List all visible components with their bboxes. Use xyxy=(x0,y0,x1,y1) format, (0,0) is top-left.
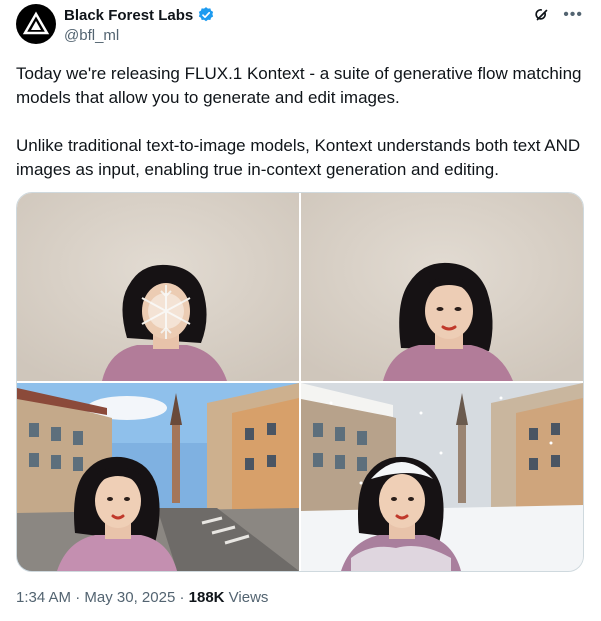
avatar[interactable] xyxy=(16,4,56,44)
more-options-icon[interactable]: ••• xyxy=(563,7,583,23)
tweet-meta: 1:34 AM · May 30, 2025 · 188K Views xyxy=(16,589,268,606)
woman-snowflake-face-image[interactable] xyxy=(17,193,299,381)
grok-icon[interactable] xyxy=(533,6,551,24)
top-actions: ••• xyxy=(533,6,583,24)
author-name[interactable]: Black Forest Labs xyxy=(64,7,193,24)
tweet-time[interactable]: 1:34 AM xyxy=(16,589,71,606)
author-name-row: Black Forest Labs xyxy=(64,6,215,24)
meta-separator: · xyxy=(179,589,185,606)
woman-street-selfie-image[interactable] xyxy=(17,383,299,571)
views-count[interactable]: 188K xyxy=(189,589,225,606)
author-handle[interactable]: @bfl_ml xyxy=(64,27,119,44)
tweet: Black Forest Labs @bfl_ml ••• Today we'r… xyxy=(0,0,601,621)
bfl-logo-icon xyxy=(22,11,50,35)
tweet-date[interactable]: May 30, 2025 xyxy=(84,589,175,606)
tweet-paragraph-1: Today we're releasing FLUX.1 Kontext - a… xyxy=(16,64,582,107)
verified-badge-icon[interactable] xyxy=(197,6,215,24)
views-label: Views xyxy=(228,589,269,606)
tweet-paragraph-2: Unlike traditional text-to-image models,… xyxy=(16,136,581,179)
woman-snowy-street-image[interactable] xyxy=(301,383,583,571)
media-grid xyxy=(16,192,584,572)
meta-separator: · xyxy=(75,589,81,606)
woman-portrait-image[interactable] xyxy=(301,193,583,381)
